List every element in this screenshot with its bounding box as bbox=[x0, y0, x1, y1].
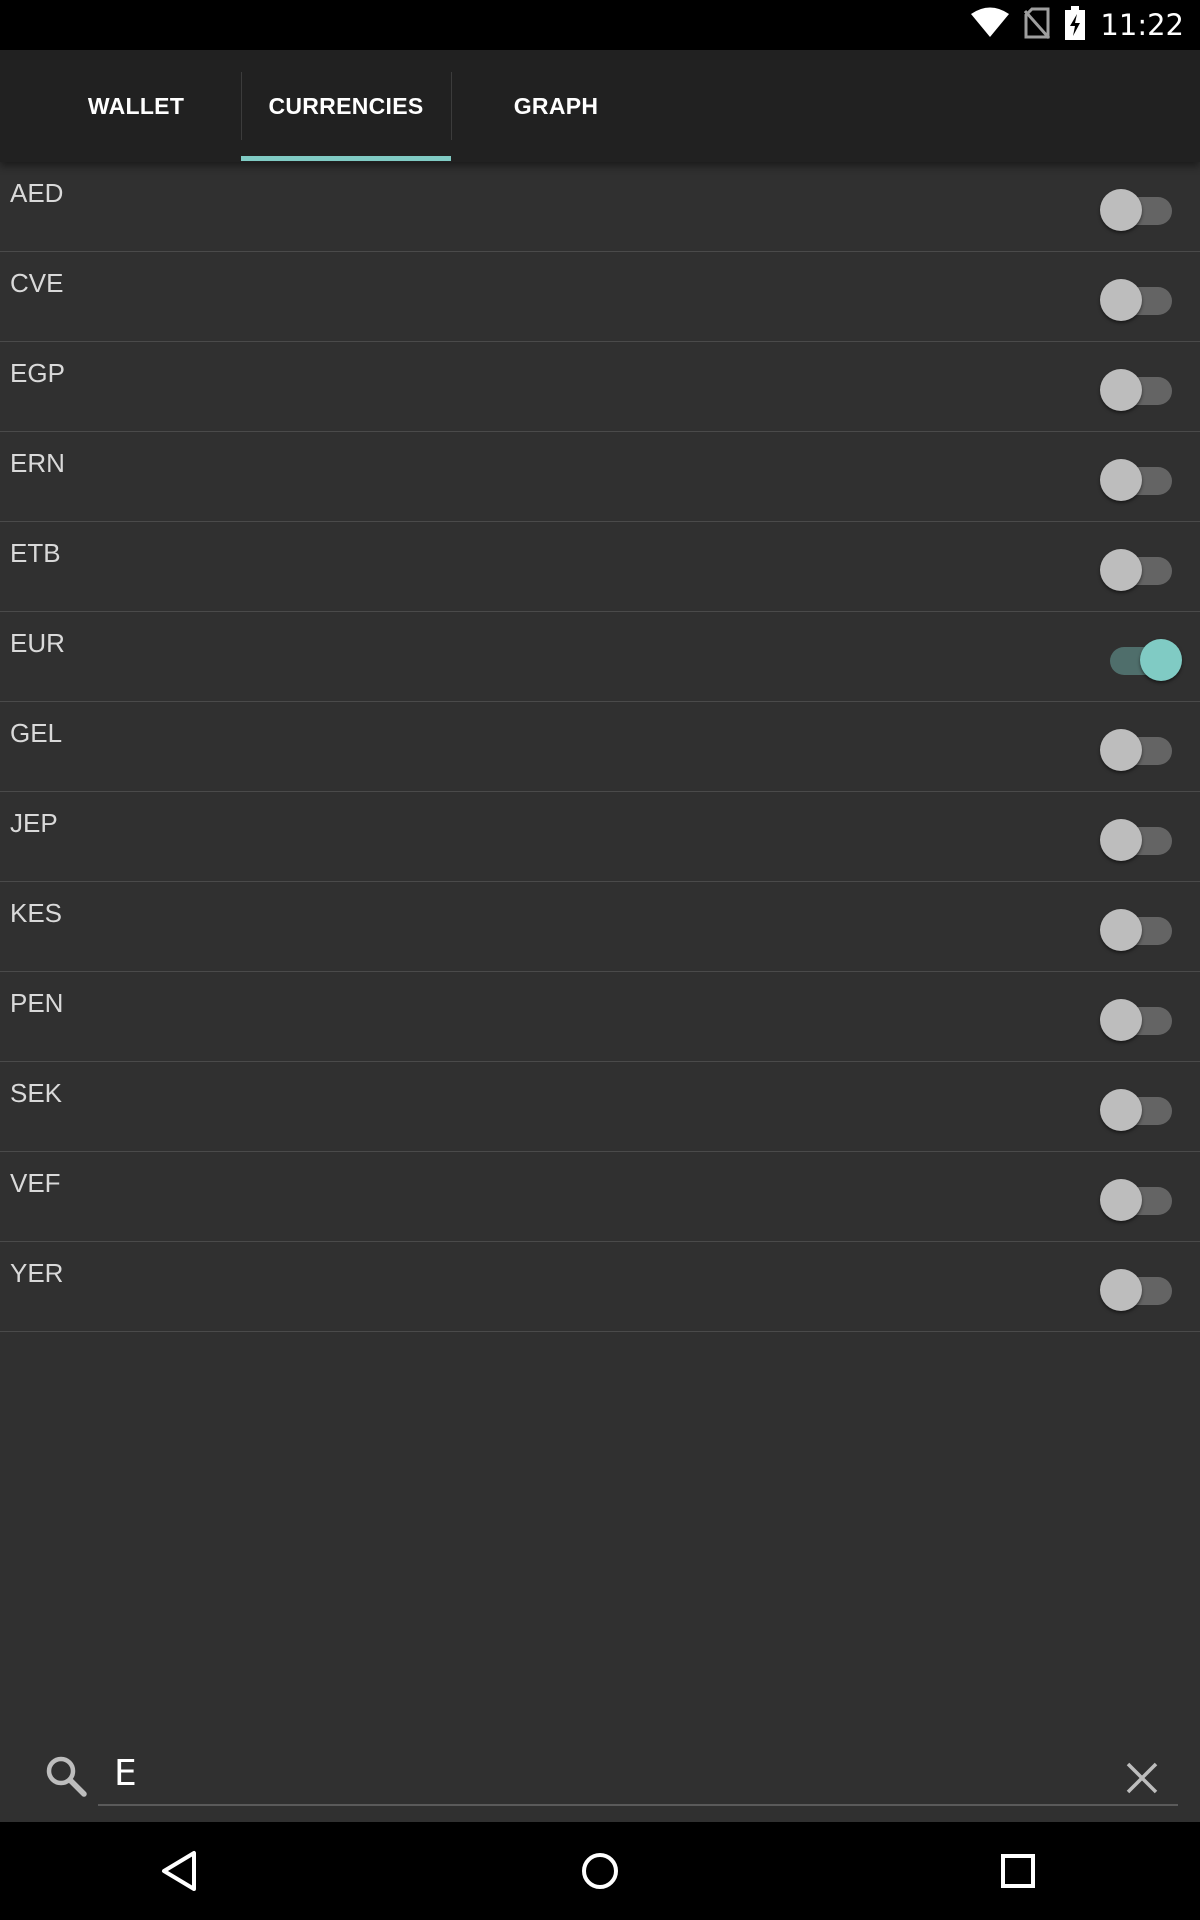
status-icons: 11:22 bbox=[970, 0, 1184, 50]
currency-row-pen: PEN bbox=[0, 972, 1200, 1062]
currency-code: JEP bbox=[10, 808, 58, 838]
currency-code: EGP bbox=[10, 358, 65, 388]
search-input[interactable] bbox=[98, 1742, 1178, 1806]
currency-toggle[interactable] bbox=[1100, 1269, 1172, 1313]
currency-toggle[interactable] bbox=[1100, 999, 1172, 1043]
currency-row-aed: AED bbox=[0, 162, 1200, 252]
currency-toggle[interactable] bbox=[1100, 1179, 1172, 1223]
currency-toggle[interactable] bbox=[1100, 909, 1172, 953]
no-sim-icon bbox=[1024, 7, 1051, 44]
currency-toggle[interactable] bbox=[1100, 639, 1182, 683]
currency-row-cve: CVE bbox=[0, 252, 1200, 342]
currency-row-jep: JEP bbox=[0, 792, 1200, 882]
home-icon[interactable] bbox=[575, 1846, 625, 1896]
currency-row-ern: ERN bbox=[0, 432, 1200, 522]
currency-toggle[interactable] bbox=[1100, 279, 1172, 323]
currency-row-kes: KES bbox=[0, 882, 1200, 972]
currency-row-etb: ETB bbox=[0, 522, 1200, 612]
currency-toggle[interactable] bbox=[1100, 459, 1172, 503]
search-icon bbox=[44, 1754, 88, 1798]
currency-toggle[interactable] bbox=[1100, 369, 1172, 413]
tab-currencies[interactable]: CURRENCIES bbox=[241, 50, 451, 162]
battery-charging-icon bbox=[1064, 5, 1086, 45]
currency-list: AED CVE EGP ERN ETB EUR GEL JEP KES PEN … bbox=[0, 162, 1200, 1332]
status-time: 11:22 bbox=[1100, 8, 1184, 42]
tab-label: WALLET bbox=[87, 92, 185, 119]
currency-row-yer: YER bbox=[0, 1242, 1200, 1332]
navigation-bar bbox=[0, 1822, 1200, 1920]
tab-label: GRAPH bbox=[513, 92, 599, 119]
currency-row-sek: SEK bbox=[0, 1062, 1200, 1152]
search-bar bbox=[0, 1730, 1200, 1822]
back-icon[interactable] bbox=[156, 1846, 206, 1896]
currency-code: GEL bbox=[10, 718, 63, 748]
currency-toggle[interactable] bbox=[1100, 729, 1172, 773]
tab-bar: WALLET CURRENCIES GRAPH bbox=[0, 50, 1200, 162]
currency-row-egp: EGP bbox=[0, 342, 1200, 432]
currency-toggle[interactable] bbox=[1100, 189, 1172, 233]
currency-toggle[interactable] bbox=[1100, 1089, 1172, 1133]
currency-code: ETB bbox=[10, 538, 61, 568]
wifi-icon bbox=[970, 7, 1010, 44]
currency-toggle[interactable] bbox=[1100, 549, 1172, 593]
tab-graph[interactable]: GRAPH bbox=[451, 50, 661, 162]
currency-code: KES bbox=[10, 898, 63, 928]
currency-row-eur: EUR bbox=[0, 612, 1200, 702]
currency-code: YER bbox=[10, 1258, 64, 1288]
tab-indicator bbox=[241, 156, 451, 161]
currency-row-vef: VEF bbox=[0, 1152, 1200, 1242]
currency-code: EUR bbox=[10, 628, 65, 658]
tab-wallet[interactable]: WALLET bbox=[31, 50, 241, 162]
app-screen: 11:22 WALLET CURRENCIES GRAPH AED CVE EG… bbox=[0, 0, 1200, 1920]
currency-code: ERN bbox=[10, 448, 65, 478]
status-bar: 11:22 bbox=[0, 0, 1200, 50]
currency-code: PEN bbox=[10, 988, 64, 1018]
currency-row-gel: GEL bbox=[0, 702, 1200, 792]
currency-code: AED bbox=[10, 178, 64, 208]
currency-code: CVE bbox=[10, 268, 64, 298]
currency-code: SEK bbox=[10, 1078, 63, 1108]
close-icon[interactable] bbox=[1124, 1760, 1160, 1796]
currency-code: VEF bbox=[10, 1168, 61, 1198]
recents-icon[interactable] bbox=[993, 1846, 1043, 1896]
currency-toggle[interactable] bbox=[1100, 819, 1172, 863]
tab-label: CURRENCIES bbox=[268, 92, 424, 119]
